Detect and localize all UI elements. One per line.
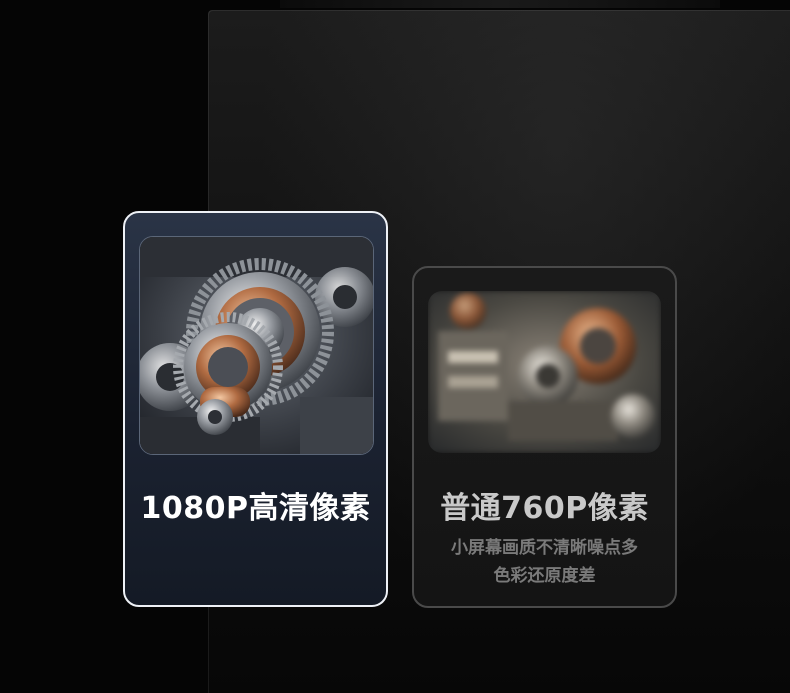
hd-gears-image xyxy=(139,236,374,455)
sd-description-line-1: 小屏幕画质不清晰噪点多 xyxy=(451,538,638,558)
sd-title: 普通760P像素 xyxy=(440,491,649,526)
sd-description-line-2: 色彩还原度差 xyxy=(493,566,596,586)
sd-engine-image xyxy=(428,291,661,453)
sd-comparison-card: 普通760P像素 小屏幕画质不清晰噪点多 色彩还原度差 xyxy=(412,266,677,608)
hd-comparison-card: 1080P高清像素 xyxy=(123,211,388,607)
sd-description: 小屏幕画质不清晰噪点多 色彩还原度差 xyxy=(428,534,661,590)
hd-title: 1080P高清像素 xyxy=(140,491,371,526)
background-strip xyxy=(280,0,720,8)
